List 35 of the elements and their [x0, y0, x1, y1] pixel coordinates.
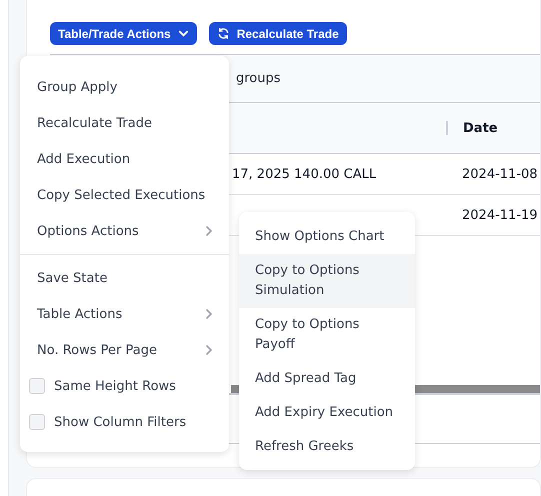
menu-item[interactable]: Save State — [20, 260, 229, 296]
menu-item[interactable]: Options Actions — [20, 213, 229, 249]
chevron-right-icon — [205, 225, 213, 237]
menu-item[interactable]: Add Spread Tag — [239, 362, 415, 396]
chevron-down-icon — [178, 28, 189, 39]
column-header[interactable]: Date — [463, 120, 498, 136]
menu-item[interactable]: Show Options Chart — [239, 220, 415, 254]
menu-item[interactable]: Add Expiry Execution — [239, 396, 415, 430]
menu-item[interactable]: No. Rows Per Page — [20, 332, 229, 368]
actions-dropdown-button[interactable]: Table/Trade Actions — [50, 22, 197, 45]
table-cell-text: 17, 2025 140.00 CALL — [232, 166, 378, 182]
menu-item[interactable]: Add Execution — [20, 141, 229, 177]
menu-item-label: No. Rows Per Page — [37, 342, 157, 358]
menu-item[interactable]: Copy Selected Executions — [20, 177, 229, 213]
checkbox[interactable] — [29, 378, 45, 394]
table-cell: 2024-11-08 — [462, 166, 538, 182]
refresh-icon — [216, 27, 230, 40]
recalculate-button[interactable]: Recalculate Trade — [208, 22, 347, 45]
menu-item[interactable]: Same Height Rows — [20, 368, 229, 404]
checkbox-label: Same Height Rows — [54, 378, 176, 394]
menu-item[interactable]: Copy to Options Simulation — [239, 254, 415, 308]
menu-item[interactable]: Table Actions — [20, 296, 229, 332]
menu-item[interactable]: Refresh Greeks — [239, 430, 415, 464]
menu-item-label: Table Actions — [37, 306, 122, 322]
menu-item[interactable]: Show Column Filters — [20, 404, 229, 440]
menu-item[interactable]: Copy to Options Payoff — [239, 308, 415, 362]
group-drop-hint: groups — [236, 71, 281, 86]
checkbox[interactable] — [29, 414, 45, 430]
menu-item[interactable]: Recalculate Trade — [20, 105, 229, 141]
table-cell: 2024-11-19 — [462, 208, 538, 222]
menu-item-label: Options Actions — [37, 224, 139, 238]
chevron-right-icon — [205, 344, 213, 356]
checkbox-label: Show Column Filters — [54, 414, 186, 430]
menu-item[interactable]: Group Apply — [20, 69, 229, 105]
chevron-right-icon — [205, 308, 213, 320]
